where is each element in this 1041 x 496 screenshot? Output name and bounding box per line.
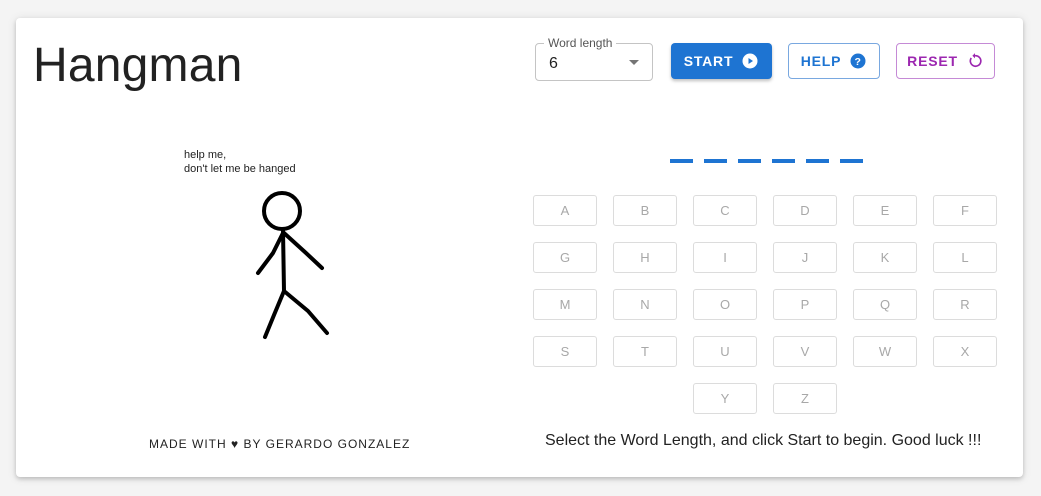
letter-button-d[interactable]: D	[773, 195, 837, 226]
speech-bubble: help me, don't let me be hanged	[184, 148, 296, 176]
letter-button-v[interactable]: V	[773, 336, 837, 367]
letter-button-u[interactable]: U	[693, 336, 757, 367]
page-title: Hangman	[33, 39, 243, 92]
credits-prefix: MADE WITH	[149, 437, 227, 451]
restart-icon	[969, 53, 982, 68]
letter-blank	[670, 159, 693, 163]
letter-button-m[interactable]: M	[533, 289, 597, 320]
heart-icon: ♥	[231, 437, 240, 451]
letter-button-t[interactable]: T	[613, 336, 677, 367]
game-card: Hangman Word length 6 START HELP ? RESET…	[16, 18, 1023, 477]
letter-button-a[interactable]: A	[533, 195, 597, 226]
letter-button-l[interactable]: L	[933, 242, 997, 273]
instruction-message: Select the Word Length, and click Start …	[545, 432, 982, 449]
letter-button-y[interactable]: Y	[693, 383, 757, 414]
play-circle-icon	[742, 53, 758, 69]
start-button-label: START	[683, 53, 734, 69]
letter-button-p[interactable]: P	[773, 289, 837, 320]
stick-figure-left-leg	[263, 289, 286, 339]
stick-figure-right-arm	[282, 231, 324, 270]
letter-blank	[772, 159, 795, 163]
letter-blank	[840, 159, 863, 163]
letter-button-x[interactable]: X	[933, 336, 997, 367]
stick-figure-head	[262, 191, 302, 231]
letter-button-h[interactable]: H	[613, 242, 677, 273]
letter-button-s[interactable]: S	[533, 336, 597, 367]
help-circle-icon: ?	[850, 53, 866, 69]
stick-figure-right-leg	[282, 289, 329, 335]
letter-button-e[interactable]: E	[853, 195, 917, 226]
stick-figure-left-arm	[256, 231, 285, 275]
credits: MADE WITH ♥ BY GERARDO GONZALEZ	[149, 437, 410, 451]
reset-button[interactable]: RESET	[896, 43, 995, 79]
help-button[interactable]: HELP ?	[788, 43, 880, 79]
letter-blank	[806, 159, 829, 163]
letter-button-b[interactable]: B	[613, 195, 677, 226]
speech-line-2: don't let me be hanged	[184, 163, 296, 175]
word-length-value: 6	[549, 55, 558, 72]
letter-button-z[interactable]: Z	[773, 383, 837, 414]
letter-button-q[interactable]: Q	[853, 289, 917, 320]
word-length-label: Word length	[544, 36, 617, 50]
stick-figure-drawing	[256, 191, 329, 339]
letter-blank	[738, 159, 761, 163]
letter-button-r[interactable]: R	[933, 289, 997, 320]
letter-button-c[interactable]: C	[693, 195, 757, 226]
letter-button-o[interactable]: O	[693, 289, 757, 320]
letter-button-w[interactable]: W	[853, 336, 917, 367]
letter-blank	[704, 159, 727, 163]
speech-line-1: help me,	[184, 149, 227, 161]
help-button-label: HELP	[800, 53, 842, 69]
letter-button-f[interactable]: F	[933, 195, 997, 226]
word-blanks	[670, 159, 863, 163]
letter-button-k[interactable]: K	[853, 242, 917, 273]
letter-button-j[interactable]: J	[773, 242, 837, 273]
stick-figure-body	[281, 228, 286, 293]
reset-button-label: RESET	[907, 53, 958, 69]
credits-author: BY GERARDO GONZALEZ	[243, 437, 411, 451]
caret-down-icon	[629, 60, 639, 65]
letter-button-n[interactable]: N	[613, 289, 677, 320]
svg-text:?: ?	[855, 56, 862, 68]
word-length-select[interactable]: Word length 6	[535, 36, 653, 81]
start-button[interactable]: START	[671, 43, 772, 79]
letter-button-i[interactable]: I	[693, 242, 757, 273]
letter-button-g[interactable]: G	[533, 242, 597, 273]
